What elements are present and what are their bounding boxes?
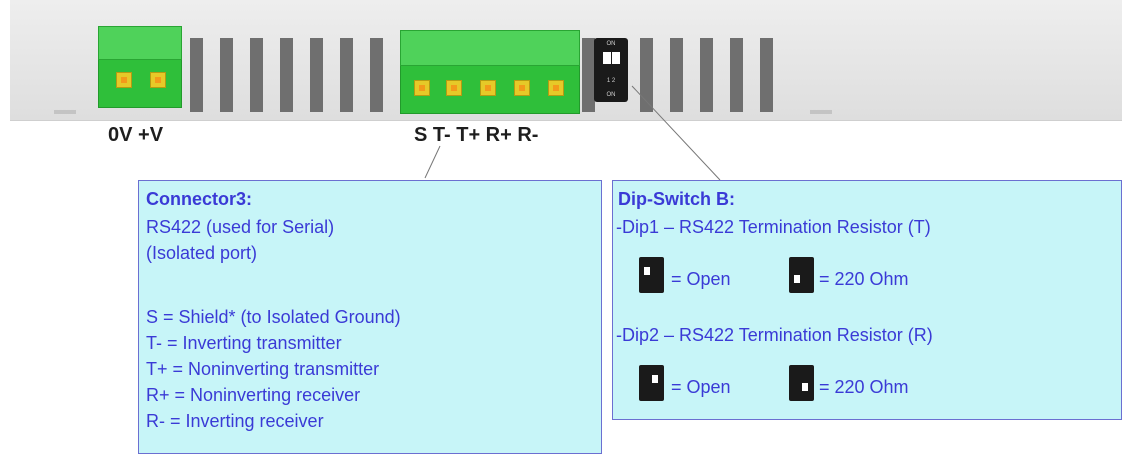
connector3-title: Connector3:	[146, 189, 253, 209]
serial-pin-t-plus	[480, 80, 496, 96]
power-terminal-top	[98, 26, 182, 60]
dip-switch-b-device[interactable]: ON 1 2 ON	[594, 38, 628, 102]
power-terminal-label: 0V +V	[108, 124, 164, 146]
connector3-pin-t-minus: T- = Inverting transmitter	[146, 333, 342, 353]
connector3-line2: (Isolated port)	[146, 243, 258, 263]
dip1-220-ohm-icon	[789, 257, 814, 293]
connector3-box: Connector3: RS422 (used for Serial) (Iso…	[138, 180, 602, 454]
dip1-open-label: = Open	[671, 269, 731, 289]
power-pin-0v	[116, 72, 132, 88]
dip2-open-label: = Open	[671, 377, 731, 397]
serial-terminal-top	[400, 30, 580, 66]
dip-switch-b-title: Dip-Switch B:	[618, 189, 735, 209]
serial-pin-t-minus	[446, 80, 462, 96]
dip1-open-icon	[639, 257, 664, 293]
dip1-220-ohm-label: = 220 Ohm	[819, 269, 909, 289]
mount-notch-right	[810, 110, 832, 114]
connector3-pin-r-plus: R+ = Noninverting receiver	[146, 385, 361, 405]
dip-device-text-bottom: ON	[606, 92, 616, 98]
dip-device-text-mid: 1 2	[606, 78, 616, 84]
serial-pin-r-minus	[548, 80, 564, 96]
connector3-line1: RS422 (used for Serial)	[146, 217, 335, 237]
serial-terminal-label: S T- T+ R+ R-	[414, 124, 539, 146]
dip1-title: -Dip1 – RS422 Termination Resistor (T)	[616, 217, 931, 237]
dip2-title: -Dip2 – RS422 Termination Resistor (R)	[616, 325, 933, 345]
connector3-pin-r-minus: R- = Inverting receiver	[146, 411, 324, 431]
dip-device-switch-1	[603, 52, 611, 64]
dip2-220-ohm-icon	[789, 365, 814, 401]
dip2-220-ohm-label: = 220 Ohm	[819, 377, 909, 397]
dip2-open-icon	[639, 365, 664, 401]
dip-device-text-top: ON	[606, 41, 616, 47]
dip-device-switch-2	[612, 52, 620, 64]
connector3-pin-s: S = Shield* (to Isolated Ground)	[146, 307, 401, 327]
mount-notch-left	[54, 110, 76, 114]
serial-pin-r-plus	[514, 80, 530, 96]
power-pin-plus-v	[150, 72, 166, 88]
connector3-pin-t-plus: T+ = Noninverting transmitter	[146, 359, 380, 379]
serial-pin-s	[414, 80, 430, 96]
dip-switch-b-box: Dip-Switch B: -Dip1 – RS422 Termination …	[612, 180, 1122, 420]
